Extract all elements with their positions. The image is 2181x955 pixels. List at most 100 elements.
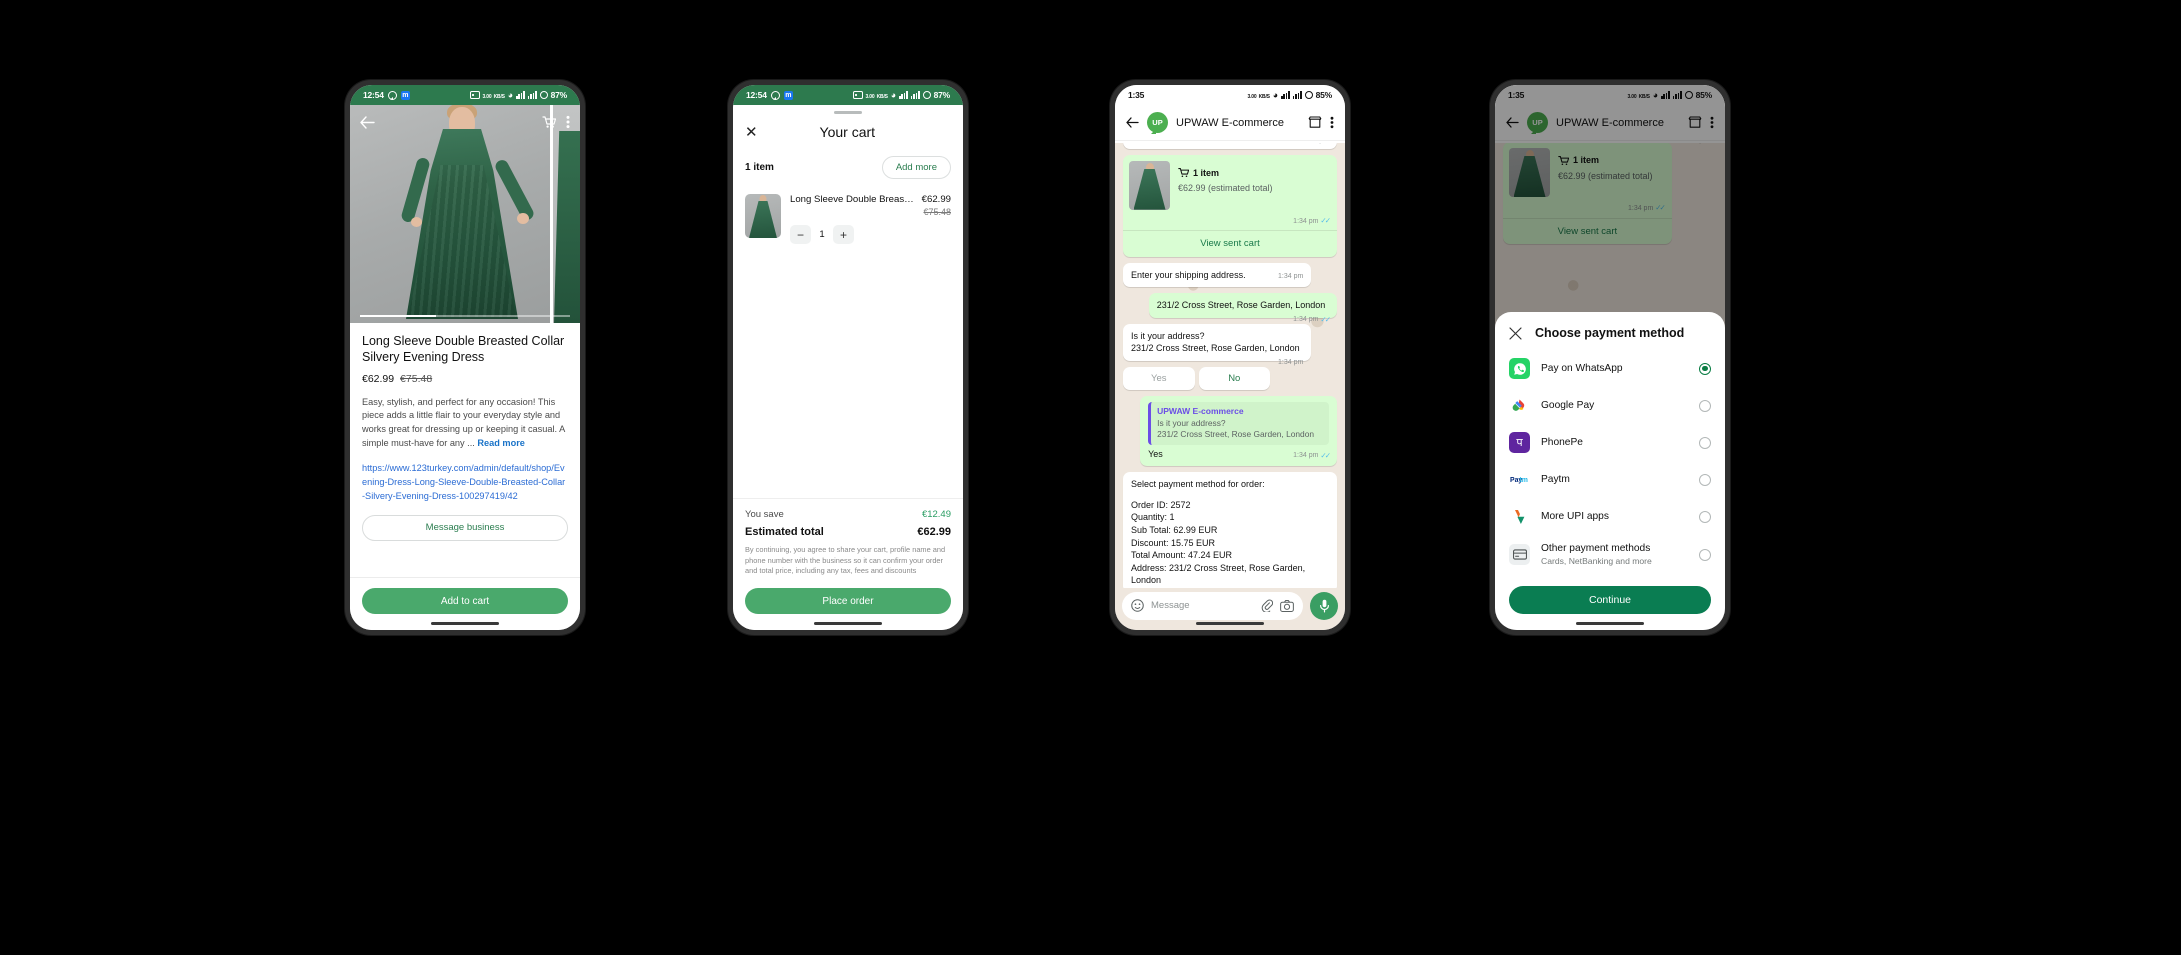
payment-sheet-header: Choose payment method (1495, 326, 1725, 350)
battery-percent: 87% (550, 90, 568, 100)
message-text-line2: 231/2 Cross Street, Rose Garden, London (1131, 343, 1300, 354)
status-bar-left: 12:54 m (363, 90, 410, 100)
reply-no-button[interactable]: No (1198, 367, 1271, 391)
payment-option-google-pay[interactable]: Google Pay (1495, 387, 1725, 424)
phone-4-screen: 1:35 3.00 KB/S ◕ 85% UP UPWAW E-commerce… (1495, 85, 1725, 630)
storefront-icon[interactable] (1308, 116, 1322, 129)
increase-quantity-button[interactable]: + (833, 225, 854, 244)
product-image-gallery[interactable] (350, 105, 580, 323)
message-input-placeholder: Message (1151, 600, 1190, 611)
phone-4-payment-sheet: 1:35 3.00 KB/S ◕ 85% UP UPWAW E-commerce… (1490, 80, 1730, 635)
message-input[interactable]: Message (1122, 591, 1303, 620)
signal-icon-1 (516, 91, 525, 99)
overflow-menu-icon[interactable] (566, 115, 570, 129)
payment-option-pay-on-whatsapp[interactable]: Pay on WhatsApp (1495, 350, 1725, 387)
radio-button[interactable] (1699, 473, 1711, 486)
read-more-link[interactable]: Read more (477, 438, 525, 448)
gallery-top-bar (350, 105, 580, 139)
radio-button[interactable] (1699, 510, 1711, 523)
message-order-summary[interactable]: Select payment method for order: Order I… (1123, 472, 1337, 588)
quoted-message[interactable]: UPWAW E-commerce Is it your address? 231… (1148, 402, 1329, 445)
product-url-link[interactable]: https://www.123turkey.com/admin/default/… (362, 462, 568, 503)
message-text: Enter your shipping address. (1131, 269, 1246, 280)
place-order-button[interactable]: Place order (745, 588, 951, 614)
back-arrow-icon[interactable] (1126, 117, 1139, 128)
cart-item-thumbnail (745, 194, 781, 238)
payment-sheet-title: Choose payment method (1535, 326, 1685, 340)
view-sent-cart-button[interactable]: View sent cart (1123, 230, 1337, 256)
status-time: 12:54 (746, 90, 767, 100)
cart-line-item[interactable]: Long Sleeve Double Breasted... €62.99 €7… (733, 179, 963, 244)
message-business-button[interactable]: Message business (362, 514, 568, 541)
message-time: 1:34 pm (1278, 359, 1304, 367)
sent-cart-card[interactable]: 1 item €62.99 (estimated total) 1:34 pm … (1123, 154, 1337, 257)
payment-option-sublabel: Cards, NetBanking and more (1541, 556, 1652, 566)
quoted-sender: UPWAW E-commerce (1157, 406, 1244, 417)
status-bar-left: 12:54 m (746, 90, 793, 100)
payment-option-label: Other payment methods (1541, 543, 1651, 554)
status-time: 1:35 (1128, 90, 1145, 100)
continue-button[interactable]: Continue (1509, 586, 1711, 614)
close-icon[interactable] (1509, 326, 1522, 340)
phonepe-icon: प (1509, 432, 1530, 453)
product-price-original: €75.48 (400, 372, 433, 385)
message-partial-top[interactable]: link 12:57 pm (1123, 143, 1337, 149)
network-speed: 3.00 KB/S (482, 94, 505, 100)
cart-icon[interactable] (542, 115, 556, 129)
radio-button[interactable] (1699, 548, 1711, 561)
home-indicator (1576, 622, 1644, 625)
quick-reply-buttons: Yes No (1123, 367, 1271, 391)
payment-option-paytm[interactable]: Pay tm Paytm (1495, 461, 1725, 498)
home-indicator (1196, 622, 1264, 625)
emoji-icon[interactable] (1131, 599, 1144, 612)
cart-item-price-original: €75.48 (923, 207, 951, 217)
subtotal-line: Sub Total: 62.99 EUR (1131, 525, 1218, 536)
payment-option-phonepe[interactable]: प PhonePe (1495, 424, 1725, 461)
message-confirm-address[interactable]: Is it your address? 231/2 Cross Street, … (1123, 323, 1312, 366)
messenger-icon: m (783, 90, 793, 100)
attachment-icon[interactable] (1261, 599, 1273, 612)
messenger-icon: m (400, 90, 410, 100)
message-reply-yes[interactable]: UPWAW E-commerce Is it your address? 231… (1140, 396, 1337, 467)
message-meta: 1:34 pm ✓✓ (1293, 450, 1331, 460)
you-save-row: You save €12.49 (745, 509, 951, 520)
cart-card-item-count: 1 item (1193, 167, 1220, 178)
payment-option-more-upi-apps[interactable]: More UPI apps (1495, 498, 1725, 535)
wifi-icon: ◕ (507, 89, 514, 100)
add-to-cart-button[interactable]: Add to cart (362, 588, 568, 614)
address-line: Address: 231/2 Cross Street, Rose Garden… (1131, 562, 1306, 586)
camera-icon[interactable] (1280, 599, 1294, 612)
back-arrow-icon[interactable] (360, 115, 375, 129)
product-price-row: €62.99 €75.48 (362, 373, 568, 385)
cart-item-count: 1 item (745, 162, 774, 173)
wifi-icon: ◕ (1272, 89, 1279, 100)
read-receipt-icon: ✓✓ (1320, 450, 1330, 460)
message-text-line1: Is it your address? (1131, 330, 1205, 341)
estimated-total-label: Estimated total (745, 525, 824, 538)
message-user-address[interactable]: 231/2 Cross Street, Rose Garden, London … (1148, 293, 1337, 324)
add-more-button[interactable]: Add more (881, 156, 951, 179)
phone-1-screen: 12:54 m 3.00 KB/S ◕ 87% Long Sleeve Doub… (350, 85, 580, 630)
status-bar-right: 3.00 KB/S ◕ 87% (469, 89, 568, 100)
product-description: Easy, stylish, and perfect for any occas… (362, 396, 565, 449)
status-time: 12:54 (363, 90, 384, 100)
status-bar: 12:54 m 3.00 KB/S ◕ 87% (733, 85, 963, 105)
message-text: Yes (1148, 448, 1163, 459)
wifi-icon: ◕ (890, 89, 897, 100)
radio-button[interactable] (1699, 436, 1711, 449)
radio-button[interactable] (1699, 362, 1711, 375)
avatar[interactable]: UP (1147, 112, 1168, 133)
radio-button[interactable] (1699, 399, 1711, 412)
cart-item-price: €62.99 (921, 194, 951, 205)
chat-message-list[interactable]: link 12:57 pm 1 item (1115, 143, 1345, 588)
payment-option-other-payment-methods[interactable]: Other payment methods Cards, NetBanking … (1495, 535, 1725, 574)
read-receipt-icon: ✓✓ (1320, 215, 1330, 225)
reply-yes-button[interactable]: Yes (1123, 367, 1195, 391)
payment-option-label: Pay on WhatsApp (1541, 363, 1623, 374)
gallery-pager (360, 315, 570, 317)
microphone-icon[interactable] (1310, 591, 1338, 620)
vpn-icon (469, 91, 480, 99)
message-ask-address[interactable]: Enter your shipping address. 1:34 pm (1123, 262, 1312, 288)
decrease-quantity-button[interactable]: − (790, 225, 811, 244)
overflow-menu-icon[interactable] (1330, 116, 1334, 129)
